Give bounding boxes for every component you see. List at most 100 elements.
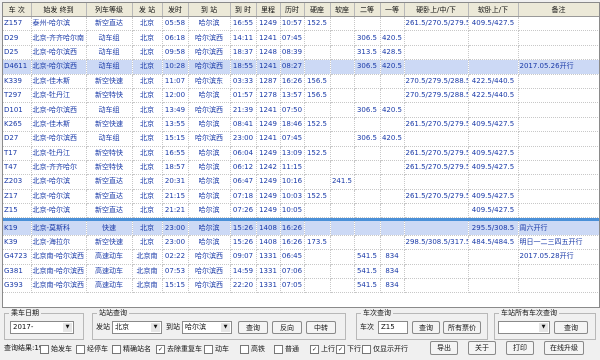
table-row[interactable]: T17 北京-牡丹江 新空特快 北京 16:55 哈尔滨 06:04 1249 13:09 152… — [3, 146, 599, 161]
filter-checkbox[interactable]: 精确站名 — [112, 344, 151, 354]
table-cell — [354, 174, 381, 190]
table-cell: 16:26 — [280, 221, 305, 236]
table-row[interactable]: G381 北京南-哈尔滨西 高速动车 北京南 07:53 哈尔滨西 14:59 1331 07:… — [3, 264, 599, 280]
checkbox-box[interactable] — [362, 344, 371, 354]
table-row[interactable]: D29 北京-齐齐哈尔南 动车组 北京 06:18 哈尔滨西 14:11 1241 07:45 3… — [3, 30, 599, 46]
checkbox-box[interactable] — [76, 344, 85, 354]
column-header[interactable]: 到 站 — [188, 3, 231, 17]
checkbox-box[interactable]: ✓ — [156, 344, 165, 354]
train-input[interactable]: Z15 — [378, 321, 408, 334]
reverse-button[interactable]: 反向 — [272, 321, 302, 334]
table-cell: 15:26 — [230, 235, 257, 251]
checkbox-box[interactable]: ✓ — [336, 344, 345, 354]
filter-checkbox[interactable]: 高铁 — [240, 344, 265, 354]
table-row[interactable]: D27 北京-哈尔滨西 动车组 北京 15:15 哈尔滨西 23:00 1241 07:45 30… — [3, 131, 599, 147]
checkbox-box[interactable] — [40, 344, 49, 354]
table-row[interactable]: K39 北京-海拉尔 新空快速 北京 23:00 哈尔滨 15:26 1408 16:26 173… — [3, 235, 599, 251]
table-row[interactable]: Z15 北京-哈尔滨 新空直达 北京 21:21 哈尔滨 07:26 1249 10:05 409… — [3, 203, 599, 219]
train-query-button[interactable]: 查询 — [412, 321, 440, 334]
table-cell: 北京南 — [132, 264, 163, 280]
table-row[interactable]: D4611 北京-哈尔滨西 动车组 北京 10:28 哈尔滨西 18:55 1241 08:27… — [3, 59, 599, 75]
column-header[interactable]: 始发 终到 — [31, 3, 87, 17]
column-header[interactable]: 一等 — [380, 3, 405, 17]
table-cell: 北京 — [132, 117, 163, 133]
table-cell — [354, 160, 381, 176]
table-row[interactable]: Z203 北京-哈尔滨 新空直达 北京 20:31 哈尔滨 06:47 1249 10:16 24… — [3, 174, 599, 190]
table-cell: 07:53 — [162, 264, 189, 280]
table-cell: 明日一二三四五开行 — [518, 235, 599, 251]
about-button[interactable]: 关于 — [468, 341, 496, 355]
upgrade-button[interactable]: 在线升级 — [544, 341, 584, 355]
table-cell: 哈尔滨东 — [188, 74, 231, 89]
table-row[interactable]: D101 北京-哈尔滨西 动车组 北京 13:49 哈尔滨西 21:39 1241 07:50 3… — [3, 102, 599, 118]
table-cell — [330, 16, 355, 32]
column-header[interactable]: 发时 — [162, 3, 189, 17]
column-header[interactable]: 发 站 — [132, 3, 163, 17]
column-header[interactable]: 里程 — [256, 3, 281, 17]
table-row[interactable]: K339 北京-佳木斯 新空快速 北京 11:07 哈尔滨东 03:33 1287 16:26 1… — [3, 74, 599, 89]
table-cell — [330, 249, 355, 265]
table-row[interactable]: K19 北京-莫斯科 快速 北京 23:00 哈尔滨 15:26 1408 16:26 295.5… — [3, 221, 599, 236]
table-row[interactable]: Z157 泰州-哈尔滨 新空直达 北京 05:58 哈尔滨 16:55 1249 10:57 15… — [3, 16, 599, 32]
table-cell — [304, 160, 331, 176]
column-header[interactable]: 备注 — [518, 3, 599, 17]
checkbox-box[interactable]: ✓ — [310, 344, 319, 354]
filter-checkbox[interactable]: 仅显示开行 — [362, 344, 408, 354]
train-table-container: 车 次始发 终到 列车等级发 站发时到 站到 时里程 历时 硬座 软座 二等 一等 硬卧上/中… — [2, 2, 600, 308]
export-button[interactable]: 导出 — [430, 341, 458, 355]
table-cell: 409.5/427.5 — [468, 16, 519, 32]
table-cell — [354, 146, 381, 161]
filter-checkbox[interactable]: 始发车 — [40, 344, 72, 354]
station-all-query-button[interactable]: 查询 — [554, 321, 588, 334]
filter-checkbox[interactable]: ✓ 上行 — [310, 344, 335, 354]
column-header[interactable]: 软座 — [330, 3, 355, 17]
column-header[interactable]: 硬卧上/中/下 — [404, 3, 469, 17]
transfer-button[interactable]: 中转 — [306, 321, 336, 334]
query-panel: 乘车日期 2017- ▼ 站站查询 发站 北京 ▼ 到站 哈尔滨 ▼ 查询 反向… — [0, 308, 600, 360]
table-cell: 03:33 — [230, 74, 257, 89]
table-cell: 1242 — [256, 160, 281, 176]
table-cell: 哈尔滨西 — [188, 249, 231, 265]
checkbox-box[interactable] — [204, 344, 213, 354]
table-row[interactable]: G393 北京南-哈尔滨西 高速动车 北京南 15:15 哈尔滨西 22:20 1331 07:… — [3, 278, 599, 294]
table-cell: 10:05 — [280, 203, 305, 219]
column-header[interactable]: 车 次 — [3, 3, 32, 17]
filter-checkbox[interactable]: ✓ 下行 — [336, 344, 361, 354]
column-header[interactable]: 二等 — [354, 3, 381, 17]
column-header[interactable]: 到 时 — [230, 3, 257, 17]
station-query-button[interactable]: 查询 — [238, 321, 268, 334]
table-cell: K19 — [3, 221, 32, 236]
table-cell — [518, 45, 599, 61]
filter-checkbox[interactable]: 普通 — [274, 344, 299, 354]
from-select[interactable]: 北京 ▼ — [112, 321, 162, 334]
table-cell: 新空直达 — [86, 174, 133, 190]
table-row[interactable]: G4723 北京南-哈尔滨西 高速动车 北京南 02:22 哈尔滨西 09:07 1331 06… — [3, 249, 599, 265]
filter-checkbox[interactable]: 动车 — [204, 344, 229, 354]
table-cell: 1249 — [256, 146, 281, 161]
station-all-select[interactable]: ▼ — [498, 321, 550, 334]
checkbox-box[interactable] — [240, 344, 249, 354]
all-prices-button[interactable]: 所有票价 — [443, 321, 481, 334]
table-row[interactable]: Z17 北京-哈尔滨 新空直达 北京 21:15 哈尔滨 07:18 1249 10:03 152… — [3, 189, 599, 205]
table-cell: Z17 — [3, 189, 32, 205]
column-header[interactable]: 历时 — [280, 3, 305, 17]
table-cell: 07:50 — [280, 102, 305, 118]
print-button[interactable]: 打印 — [506, 341, 534, 355]
train-group-label: 车次查询 — [363, 309, 391, 317]
to-select[interactable]: 哈尔滨 ▼ — [182, 321, 232, 334]
table-row[interactable]: T297 北京-牡丹江 新空特快 北京 12:00 哈尔滨 01:57 1278 13:57 15… — [3, 88, 599, 104]
chevron-down-icon: ▼ — [221, 323, 230, 332]
table-cell: 15:26 — [230, 221, 257, 236]
date-select[interactable]: 2017- ▼ — [10, 321, 74, 334]
column-header[interactable]: 列车等级 — [86, 3, 133, 17]
filter-checkbox[interactable]: 经停车 — [76, 344, 108, 354]
table-row[interactable]: T47 北京-齐齐哈尔 新空特快 北京 18:57 哈尔滨 06:12 1242 11:15 26… — [3, 160, 599, 176]
column-header[interactable]: 硬座 — [304, 3, 331, 17]
checkbox-box[interactable] — [112, 344, 121, 354]
table-row[interactable]: D25 北京-哈尔滨西 动车组 北京 09:58 哈尔滨西 18:37 1248 08:39 31… — [3, 45, 599, 61]
table-row[interactable]: K265 北京-佳木斯 新空快速 北京 13:55 哈尔滨 08:41 1249 18:46 15… — [3, 117, 599, 133]
filter-checkbox[interactable]: ✓ 去除重复车 — [156, 344, 202, 354]
checkbox-box[interactable] — [274, 344, 283, 354]
table-cell: 20:31 — [162, 174, 189, 190]
column-header[interactable]: 软卧上/下 — [468, 3, 519, 17]
